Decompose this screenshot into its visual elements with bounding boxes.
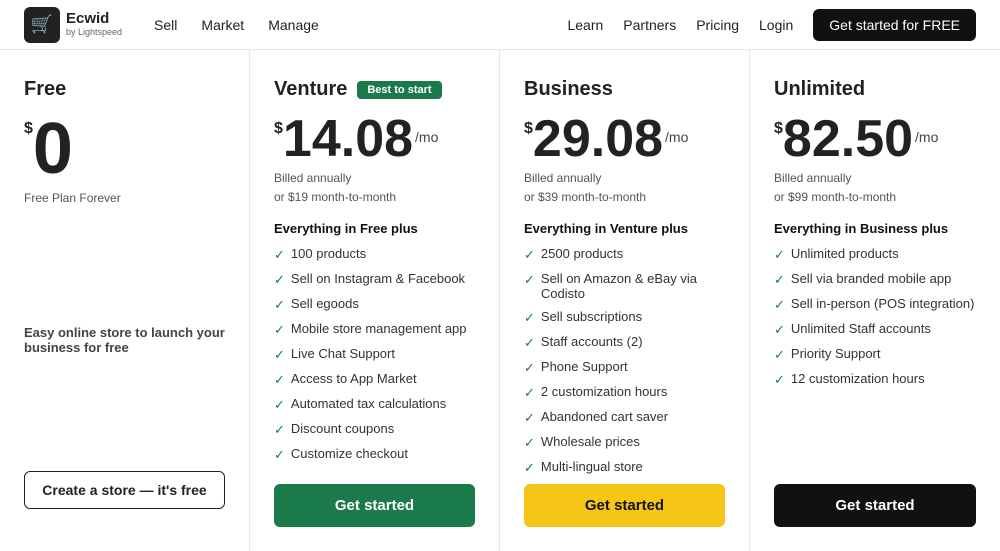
list-item: ✓Live Chat Support <box>274 346 475 363</box>
logo[interactable]: 🛒 Ecwid by Lightspeed <box>24 7 122 43</box>
list-item: ✓Unlimited Staff accounts <box>774 321 976 338</box>
nav-manage[interactable]: Manage <box>268 17 319 33</box>
plan-venture-features: ✓100 products ✓Sell on Instagram & Faceb… <box>274 246 475 484</box>
plan-business-name: Business <box>524 78 725 101</box>
plan-venture-amount: 14.08 <box>283 113 413 165</box>
list-item: ✓Sell in-person (POS integration) <box>774 296 976 313</box>
plan-business-amount: 29.08 <box>533 113 663 165</box>
plan-unlimited: Unlimited $ 82.50 /mo Billed annually or… <box>750 50 1000 551</box>
list-item: ✓2 customization hours <box>524 384 725 401</box>
plan-unlimited-dollar: $ <box>774 121 783 137</box>
plan-business-dollar: $ <box>524 121 533 137</box>
list-item: ✓Sell on Instagram & Facebook <box>274 271 475 288</box>
plan-unlimited-price-row: $ 82.50 /mo <box>774 113 976 165</box>
plan-unlimited-amount: 82.50 <box>783 113 913 165</box>
list-item: ✓Multi-lingual store <box>524 459 725 476</box>
plan-venture-name: Venture Best to start <box>274 78 475 101</box>
plan-free-name: Free <box>24 78 225 101</box>
plan-free-price-row: $ 0 <box>24 113 225 185</box>
nav-partners[interactable]: Partners <box>623 17 676 33</box>
plan-unlimited-period: /mo <box>915 129 938 145</box>
list-item: ✓Discount coupons <box>274 421 475 438</box>
plan-unlimited-name: Unlimited <box>774 78 976 101</box>
list-item: ✓Customize checkout <box>274 446 475 463</box>
nav-sell[interactable]: Sell <box>154 17 177 33</box>
plan-business: Business $ 29.08 /mo Billed annually or … <box>500 50 750 551</box>
list-item: ✓Staff accounts (2) <box>524 334 725 351</box>
plan-venture-period: /mo <box>415 129 438 145</box>
brand-sub: by Lightspeed <box>66 28 122 38</box>
plan-venture: Venture Best to start $ 14.08 /mo Billed… <box>250 50 500 551</box>
nav-links-right: Learn Partners Pricing Login Get started… <box>567 9 976 41</box>
list-item: ✓Unlimited products <box>774 246 976 263</box>
plan-free-cta[interactable]: Create a store — it's free <box>24 471 225 509</box>
nav-links-left: Sell Market Manage <box>154 17 319 33</box>
list-item: ✓Mobile store management app <box>274 321 475 338</box>
plan-unlimited-features-title: Everything in Business plus <box>774 221 976 236</box>
plan-unlimited-billing: Billed annually or $99 month-to-month <box>774 169 976 207</box>
list-item: ✓Sell subscriptions <box>524 309 725 326</box>
list-item: ✓Priority Support <box>774 346 976 363</box>
list-item: ✓Automated tax calculations <box>274 396 475 413</box>
nav-market[interactable]: Market <box>201 17 244 33</box>
plan-business-features: ✓2500 products ✓Sell on Amazon & eBay vi… <box>524 246 725 484</box>
main-nav: 🛒 Ecwid by Lightspeed Sell Market Manage… <box>0 0 1000 50</box>
plan-unlimited-cta[interactable]: Get started <box>774 484 976 527</box>
plan-business-cta[interactable]: Get started <box>524 484 725 527</box>
plan-free-dollar: $ <box>24 121 33 137</box>
logo-icon: 🛒 <box>24 7 60 43</box>
plan-business-period: /mo <box>665 129 688 145</box>
nav-learn[interactable]: Learn <box>567 17 603 33</box>
plan-venture-price-row: $ 14.08 /mo <box>274 113 475 165</box>
plan-business-billing: Billed annually or $39 month-to-month <box>524 169 725 207</box>
plan-unlimited-features: ✓Unlimited products ✓Sell via branded mo… <box>774 246 976 396</box>
list-item: ✓2500 products <box>524 246 725 263</box>
plan-business-price-row: $ 29.08 /mo <box>524 113 725 165</box>
plan-free: Free $ 0 Free Plan Forever Easy online s… <box>0 50 250 551</box>
list-item: ✓Phone Support <box>524 359 725 376</box>
list-item: ✓Wholesale prices <box>524 434 725 451</box>
plan-free-tagline: Easy online store to launch your busines… <box>24 325 225 355</box>
plans-grid: Free $ 0 Free Plan Forever Easy online s… <box>0 50 1000 551</box>
plan-venture-cta[interactable]: Get started <box>274 484 475 527</box>
plan-free-billing: Free Plan Forever <box>24 189 225 208</box>
list-item: ✓100 products <box>274 246 475 263</box>
list-item: ✓12 customization hours <box>774 371 976 388</box>
best-badge: Best to start <box>357 81 441 99</box>
nav-pricing[interactable]: Pricing <box>696 17 739 33</box>
plan-venture-billing: Billed annually or $19 month-to-month <box>274 169 475 207</box>
pricing-page: Free $ 0 Free Plan Forever Easy online s… <box>0 50 1000 551</box>
list-item: ✓Abandoned cart saver <box>524 409 725 426</box>
nav-login[interactable]: Login <box>759 17 793 33</box>
list-item: ✓Sell egoods <box>274 296 475 313</box>
plan-venture-features-title: Everything in Free plus <box>274 221 475 236</box>
plan-free-amount: 0 <box>33 113 73 185</box>
nav-get-started[interactable]: Get started for FREE <box>813 9 976 41</box>
list-item: ✓Sell on Amazon & eBay via Codisto <box>524 271 725 301</box>
plan-venture-dollar: $ <box>274 121 283 137</box>
list-item: ✓Access to App Market <box>274 371 475 388</box>
plan-business-features-title: Everything in Venture plus <box>524 221 725 236</box>
list-item: ✓Sell via branded mobile app <box>774 271 976 288</box>
brand-name: Ecwid <box>66 11 122 28</box>
